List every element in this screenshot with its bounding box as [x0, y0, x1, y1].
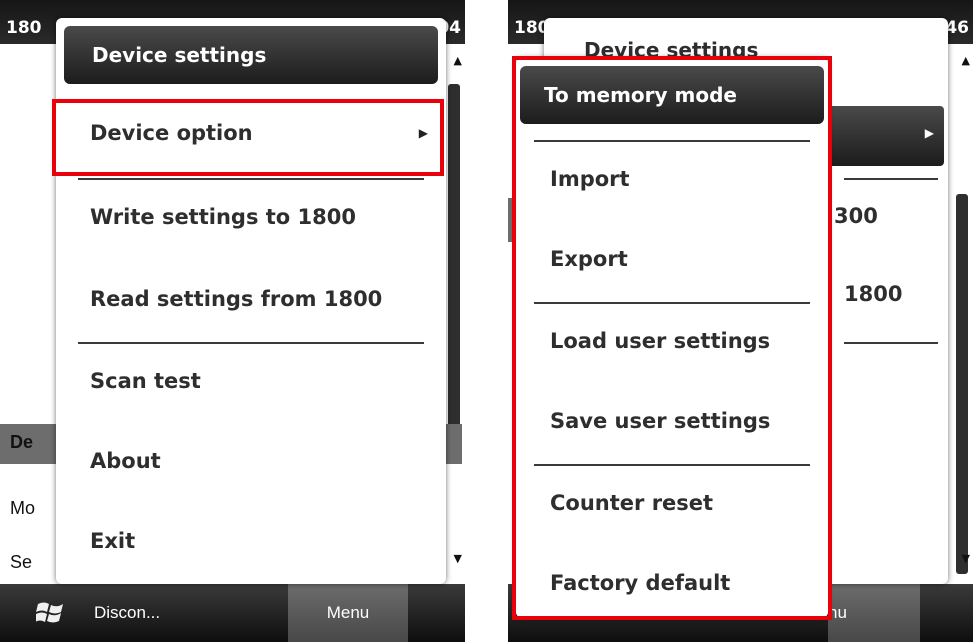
windows-start-icon[interactable] — [36, 600, 66, 626]
right-screen: 180 46 ▲ ▼ nu Device settings ▶ 300 1800… — [508, 0, 973, 642]
menu-header-device-settings[interactable]: Device settings — [64, 26, 438, 84]
background-row-label: Se — [10, 552, 33, 572]
scroll-down-icon[interactable]: ▼ — [962, 552, 970, 565]
submenu-arrow-icon: ▶ — [924, 126, 934, 140]
highlight-device-option — [52, 99, 444, 176]
highlight-submenu — [512, 56, 832, 620]
menu-softkey[interactable]: Menu — [288, 584, 408, 642]
menu-item-write-settings-partial[interactable]: 300 — [834, 204, 878, 228]
title-left-text: 180 — [6, 18, 42, 38]
menu-separator — [78, 178, 424, 180]
menu-item-read-settings[interactable]: Read settings from 1800 — [56, 264, 446, 334]
menu-item-write-settings[interactable]: Write settings to 1800 — [56, 182, 446, 252]
disconnect-softkey[interactable]: Discon... — [94, 603, 160, 623]
left-screen: 180 04 ▲ ▼ De Mo Se Discon... Menu Devic… — [0, 0, 465, 642]
scroll-down-icon[interactable]: ▼ — [454, 552, 462, 565]
scroll-up-icon[interactable]: ▲ — [962, 54, 970, 67]
scroll-thumb[interactable] — [448, 84, 460, 444]
bottom-softkey-bar: Discon... Menu — [0, 584, 465, 642]
menu-softkey[interactable]: nu — [828, 584, 920, 642]
menu-item-read-settings-partial[interactable]: 1800 — [844, 282, 902, 306]
scrollbar[interactable]: ▲ ▼ — [443, 44, 465, 584]
menu-separator — [844, 178, 938, 180]
menu-item-exit[interactable]: Exit — [56, 506, 446, 576]
title-right-text: 46 — [945, 18, 969, 38]
scroll-up-icon[interactable]: ▲ — [454, 54, 462, 67]
background-row-label: Mo — [10, 498, 36, 518]
background-section-label: De — [10, 432, 34, 452]
menu-separator — [844, 342, 938, 344]
scroll-thumb[interactable] — [956, 194, 968, 574]
menu-separator — [78, 342, 424, 344]
menu-item-about[interactable]: About — [56, 426, 446, 496]
scrollbar[interactable]: ▲ ▼ — [951, 44, 973, 584]
menu-item-scan-test[interactable]: Scan test — [56, 346, 446, 416]
